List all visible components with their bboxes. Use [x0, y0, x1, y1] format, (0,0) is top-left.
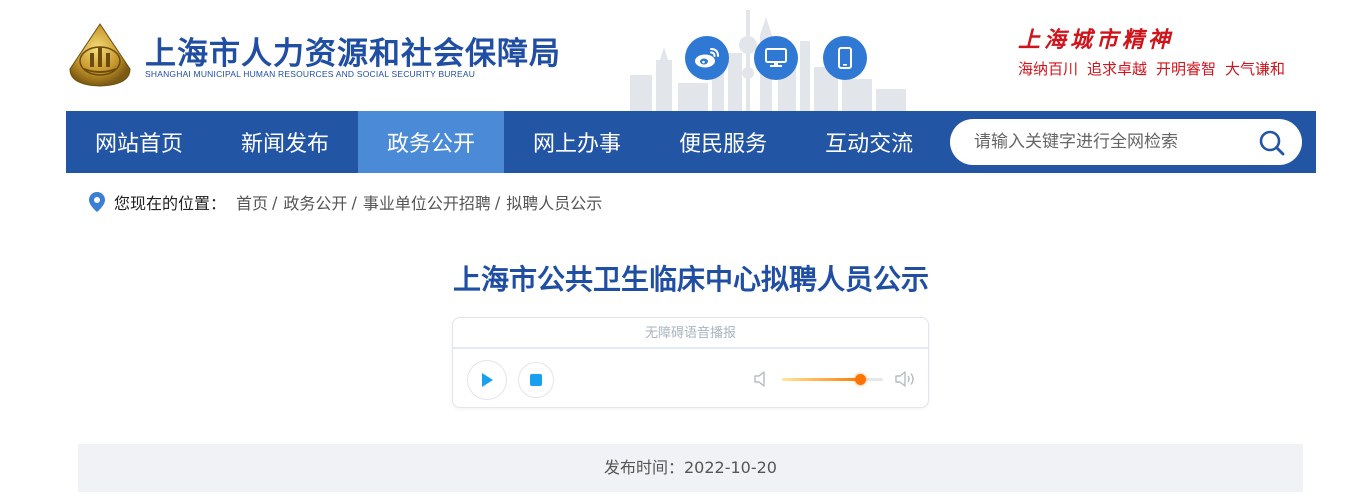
breadcrumb: 您现在的位置： 首页 / 政务公开 / 事业单位公开招聘 / 拟聘人员公示	[88, 189, 602, 215]
nav-item-news[interactable]: 新闻发布	[212, 111, 358, 173]
city-spirit-list: 海纳百川 追求卓越 开明睿智 大气谦和	[1018, 58, 1285, 79]
desktop-site-button[interactable]	[754, 36, 798, 80]
nav-item-home[interactable]: 网站首页	[66, 111, 212, 173]
audio-player: 无障碍语音播报	[452, 317, 929, 408]
publish-date-bar: 发布时间：2022-10-20	[78, 444, 1303, 492]
nav-item-public-services[interactable]: 便民服务	[650, 111, 796, 173]
play-button[interactable]	[467, 360, 507, 400]
nav-item-online-services[interactable]: 网上办事	[504, 111, 650, 173]
city-spirit-item: 追求卓越	[1087, 60, 1148, 78]
breadcrumb-link-recruitment[interactable]: 事业单位公开招聘	[363, 190, 491, 214]
breadcrumb-link-government-affairs[interactable]: 政务公开	[283, 190, 347, 214]
site-header: 上海市人力资源和社会保障局 SHANGHAI MUNICIPAL HUMAN R…	[0, 0, 1348, 111]
site-title[interactable]: 上海市人力资源和社会保障局	[145, 28, 561, 73]
volume-slider-fill	[782, 378, 860, 381]
publish-date: 发布时间：2022-10-20	[604, 458, 777, 477]
volume-slider-handle[interactable]	[854, 374, 866, 385]
volume-low-icon[interactable]	[753, 370, 769, 388]
play-icon	[482, 373, 493, 387]
volume-slider[interactable]	[782, 374, 883, 385]
city-spirit-item: 海纳百川	[1018, 60, 1079, 78]
mobile-icon	[838, 47, 852, 69]
search-input[interactable]	[974, 132, 1244, 152]
breadcrumb-link-home[interactable]: 首页	[236, 190, 268, 214]
weibo-icon	[695, 48, 719, 68]
stop-button[interactable]	[518, 362, 554, 398]
breadcrumb-separator: /	[351, 192, 357, 212]
bureau-emblem-logo[interactable]	[67, 23, 133, 87]
breadcrumb-separator: /	[272, 192, 278, 212]
breadcrumb-separator: /	[494, 192, 501, 212]
nav-item-interaction[interactable]: 互动交流	[796, 111, 942, 173]
desktop-icon	[765, 48, 787, 67]
main-nav: 网站首页 新闻发布 政务公开 网上办事 便民服务 互动交流	[66, 111, 1316, 173]
audio-player-header: 无障碍语音播报	[453, 318, 928, 349]
site-subtitle: SHANGHAI MUNICIPAL HUMAN RESOURCES AND S…	[145, 69, 476, 79]
city-spirit-item: 大气谦和	[1225, 60, 1286, 78]
city-spirit-item: 开明睿智	[1156, 60, 1217, 78]
location-pin-icon	[89, 192, 105, 212]
city-spirit-title: 上海城市精神	[1018, 27, 1175, 53]
search-icon[interactable]	[1258, 129, 1286, 157]
article-title: 上海市公共卫生临床中心拟聘人员公示	[452, 263, 929, 296]
stop-icon	[530, 374, 542, 386]
volume-high-icon[interactable]	[894, 369, 916, 389]
mobile-site-button[interactable]	[823, 36, 867, 80]
search-box	[950, 119, 1302, 165]
breadcrumb-label: 您现在的位置：	[114, 194, 227, 213]
nav-item-government-affairs[interactable]: 政务公开	[358, 111, 505, 173]
weibo-button[interactable]	[685, 36, 729, 80]
breadcrumb-link-announcement[interactable]: 拟聘人员公示	[506, 190, 602, 214]
